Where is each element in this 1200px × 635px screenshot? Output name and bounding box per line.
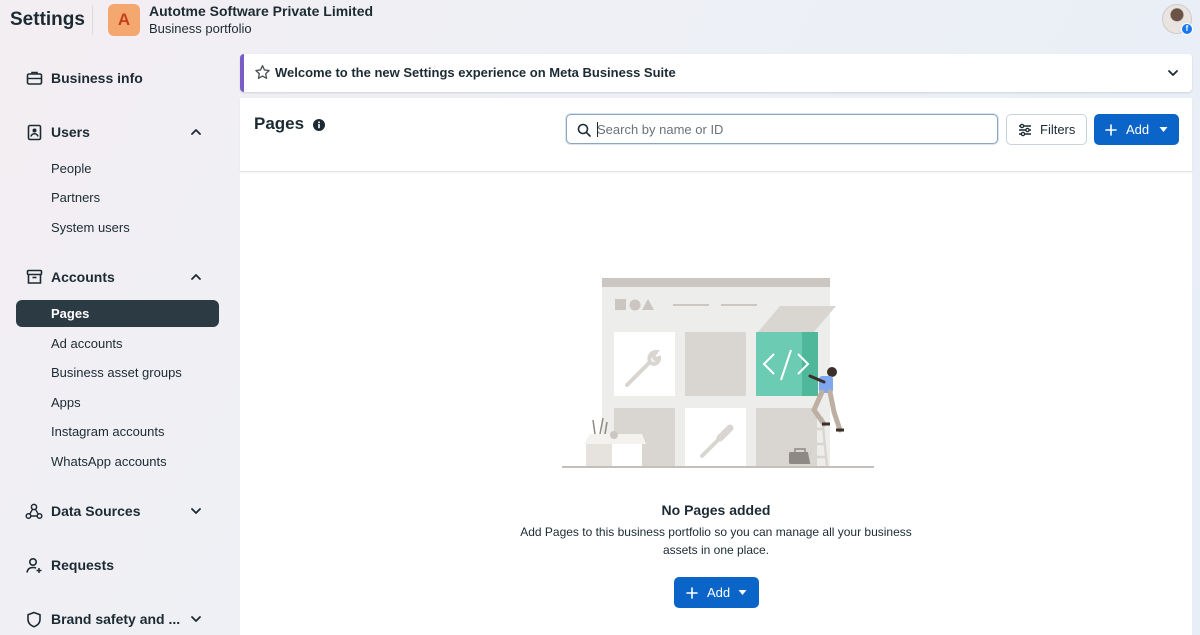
sidebar-section-label: Accounts [51,269,115,285]
sidebar-section-label: Data Sources [51,503,141,519]
business-avatar[interactable]: A [108,4,140,36]
sidebar-item-pages[interactable]: Pages [16,300,219,327]
add-label: Add [1126,122,1150,137]
sidebar-section-brand-safety[interactable]: Brand safety and ... [16,604,219,634]
data-sources-icon [24,501,44,521]
welcome-banner[interactable]: Welcome to the new Settings experience o… [240,54,1192,92]
empty-state-description: Add Pages to this business portfolio so … [520,525,912,557]
search-input[interactable] [597,115,987,143]
filter-sliders-icon [1019,123,1031,136]
business-name[interactable]: Autotme Software Private Limited [149,3,373,19]
sidebar-item-system-users[interactable]: System users [16,214,219,241]
sidebar-item-partners[interactable]: Partners [16,184,219,211]
search-icon [577,123,591,137]
archive-box-icon [24,267,44,287]
person-request-icon [24,555,44,575]
star-icon [255,65,270,80]
chevron-up-icon [191,129,201,135]
plus-icon [686,586,698,599]
sidebar-section-users[interactable]: Users [16,117,219,147]
caret-down-icon [738,590,747,595]
chevron-down-icon [191,616,201,622]
sidebar-section-label: Business info [51,70,143,86]
chevron-up-icon [191,274,201,280]
add-button[interactable]: Add [1094,114,1179,145]
sidebar-section-requests[interactable]: Requests [16,550,219,580]
sidebar-section-label: Users [51,124,90,140]
sidebar: Business info Users People Partners Syst… [0,48,236,635]
filters-label: Filters [1040,122,1076,137]
sidebar-item-ad-accounts[interactable]: Ad accounts [16,330,219,357]
banner-text: Welcome to the new Settings experience o… [275,65,676,80]
sidebar-section-accounts[interactable]: Accounts [16,262,219,292]
panel-header: Pages Filters Add [240,98,1192,172]
sidebar-item-people[interactable]: People [16,155,219,182]
top-bar: Settings A Autotme Software Private Limi… [0,0,1200,44]
facebook-badge-icon: f [1181,23,1193,35]
add-label: Add [707,585,731,600]
info-icon[interactable] [313,119,325,131]
text-cursor [597,122,598,137]
chevron-down-icon [191,508,201,514]
main-panel: Pages Filters Add [240,98,1192,635]
search-box[interactable] [566,114,998,144]
caret-down-icon [1159,127,1168,132]
plus-icon [1105,123,1117,136]
empty-state-title: No Pages added [661,502,771,518]
filters-button[interactable]: Filters [1006,114,1087,145]
sidebar-item-business-asset-groups[interactable]: Business asset groups [16,359,219,386]
page-title: Pages [254,114,305,133]
header-divider [92,6,93,34]
empty-state-illustration [562,278,874,468]
shield-icon [24,609,44,629]
id-badge-icon [24,122,44,142]
sidebar-section-label: Requests [51,557,115,573]
briefcase-icon [24,68,44,88]
sidebar-section-data-sources[interactable]: Data Sources [16,496,219,526]
empty-state-add-button[interactable]: Add [674,577,759,608]
app-title: Settings [10,9,85,30]
sidebar-section-business-info[interactable]: Business info [16,63,219,93]
sidebar-item-whatsapp-accounts[interactable]: WhatsApp accounts [16,448,219,475]
user-avatar[interactable]: f [1162,4,1193,35]
sidebar-item-instagram-accounts[interactable]: Instagram accounts [16,418,219,445]
sidebar-item-apps[interactable]: Apps [16,389,219,416]
sidebar-section-label: Brand safety and ... [51,611,181,627]
business-subtitle: Business portfolio [149,21,252,36]
chevron-down-icon[interactable] [1166,66,1180,80]
